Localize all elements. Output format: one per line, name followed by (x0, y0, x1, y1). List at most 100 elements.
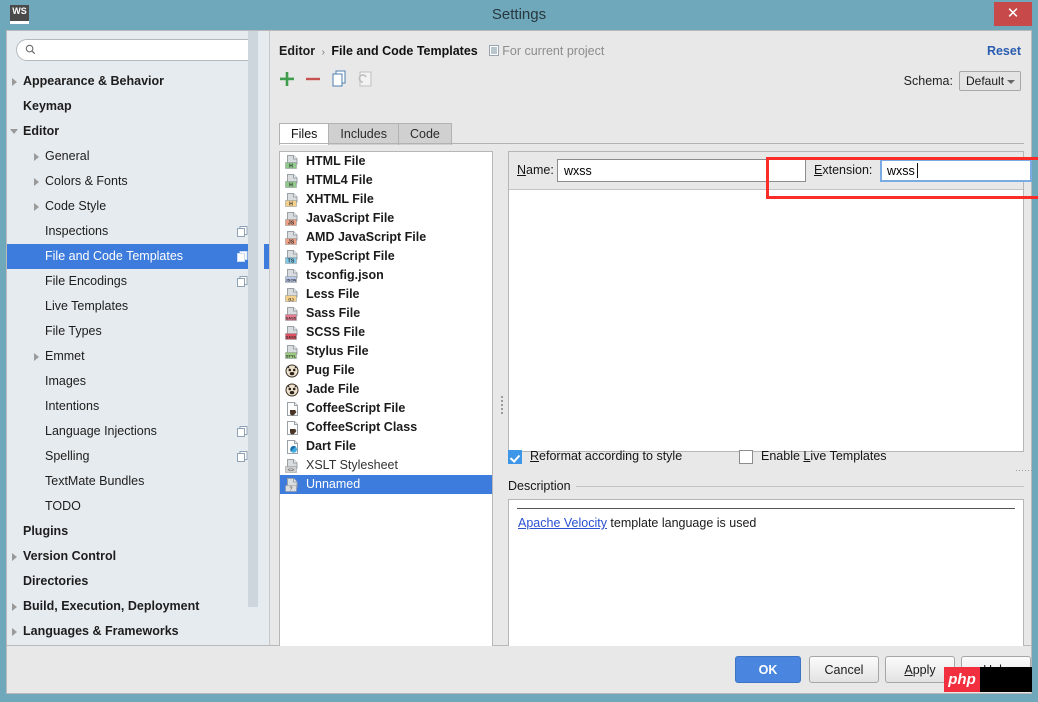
template-list-item[interactable]: SASSSass File (280, 304, 492, 323)
remove-template-button[interactable] (302, 67, 326, 91)
javascript-file-icon: JS (285, 212, 299, 226)
ok-button[interactable]: OK (735, 656, 801, 683)
cancel-button[interactable]: Cancel (809, 656, 879, 683)
search-field[interactable] (16, 39, 263, 61)
template-list-item[interactable]: CoffeeScript File (280, 399, 492, 418)
sidebar-item-spelling[interactable]: Spelling (7, 444, 270, 469)
sidebar-item-live-templates[interactable]: Live Templates (7, 294, 270, 319)
breadcrumb-current: File and Code Templates (331, 44, 477, 58)
chevron-right-icon[interactable] (7, 69, 23, 94)
template-list-item[interactable]: CoffeeScript Class (280, 418, 492, 437)
html-file-icon: H (285, 155, 299, 169)
chevron-right-icon[interactable] (29, 169, 45, 194)
sidebar-item-intentions[interactable]: Intentions (7, 394, 270, 419)
template-list-item[interactable]: JSJavaScript File (280, 209, 492, 228)
chevron-right-icon[interactable] (7, 544, 23, 569)
sidebar-item-todo[interactable]: TODO (7, 494, 270, 519)
template-list-item[interactable]: STYLStylus File (280, 342, 492, 361)
template-list-item[interactable]: HXHTML File (280, 190, 492, 209)
title-bar: WS Settings ✕ (0, 0, 1038, 30)
copy-settings-icon[interactable] (237, 276, 248, 287)
sidebar-item-general[interactable]: General (7, 144, 270, 169)
live-templates-checkbox[interactable] (739, 450, 753, 464)
template-list-item[interactable]: TSTypeScript File (280, 247, 492, 266)
template-name-input[interactable] (557, 159, 806, 182)
chevron-right-icon[interactable] (7, 619, 23, 644)
template-list-item[interactable]: Dart File (280, 437, 492, 456)
schema-dropdown[interactable]: Default (959, 71, 1021, 91)
apache-velocity-link[interactable]: Apache Velocity (518, 516, 607, 530)
schema-selector[interactable]: Schema: Default (904, 71, 1021, 91)
sidebar-item-version-control[interactable]: Version Control (7, 544, 270, 569)
sidebar-scrollbar-track[interactable] (254, 31, 264, 607)
template-list-item[interactable]: ?Unnamed (280, 475, 492, 494)
template-list-item[interactable]: Jade File (280, 380, 492, 399)
tab-files[interactable]: Files (279, 123, 329, 145)
xslt-file-icon: <> (285, 459, 299, 473)
sidebar-item-plugins[interactable]: Plugins (7, 519, 270, 544)
copy-settings-icon[interactable] (237, 226, 248, 237)
sidebar-item-language-injections[interactable]: Language Injections (7, 419, 270, 444)
sidebar-item-build-execution-deployment[interactable]: Build, Execution, Deployment (7, 594, 270, 619)
sidebar-item-inspections[interactable]: Inspections (7, 219, 270, 244)
search-input[interactable] (42, 42, 254, 60)
sidebar-item-directories[interactable]: Directories (7, 569, 270, 594)
plus-icon (276, 67, 300, 91)
sidebar-item-colors-fonts[interactable]: Colors & Fonts (7, 169, 270, 194)
chevron-right-icon[interactable] (29, 344, 45, 369)
template-list[interactable]: HHTML FileHHTML4 FileHXHTML FileJSJavaSc… (279, 151, 493, 659)
template-list-item[interactable]: HHTML File (280, 152, 492, 171)
template-list-item[interactable]: HHTML4 File (280, 171, 492, 190)
sidebar-scrollbar-thumb[interactable] (248, 31, 258, 607)
copy-settings-icon[interactable] (237, 251, 248, 262)
search-icon (25, 44, 36, 55)
sidebar-item-file-and-code-templates[interactable]: File and Code Templates (7, 244, 270, 269)
sidebar-item-keymap[interactable]: Keymap (7, 94, 270, 119)
template-list-item-label: TypeScript File (306, 249, 395, 263)
chevron-right-icon[interactable] (29, 144, 45, 169)
template-list-item[interactable]: Pug File (280, 361, 492, 380)
template-list-item[interactable]: SASSSCSS File (280, 323, 492, 342)
reset-template-button[interactable] (354, 67, 378, 91)
sidebar-item-code-style[interactable]: Code Style (7, 194, 270, 219)
chevron-right-icon[interactable] (7, 594, 23, 619)
template-list-item[interactable]: {L}Less File (280, 285, 492, 304)
sidebar-item-file-encodings[interactable]: File Encodings (7, 269, 270, 294)
sidebar-item-label: Language Injections (45, 419, 157, 444)
tab-underline (279, 143, 1024, 144)
sidebar-item-appearance-behavior[interactable]: Appearance & Behavior (7, 69, 270, 94)
chevron-right-icon[interactable] (29, 194, 45, 219)
panel-splitter[interactable] (498, 151, 508, 659)
reformat-checkbox[interactable] (508, 450, 522, 464)
sidebar-item-label: Code Style (45, 194, 106, 219)
sidebar-item-label: Colors & Fonts (45, 169, 128, 194)
chevron-down-icon[interactable] (7, 119, 23, 144)
copy-settings-icon[interactable] (237, 426, 248, 437)
sidebar-item-file-types[interactable]: File Types (7, 319, 270, 344)
copy-settings-icon[interactable] (237, 451, 248, 462)
template-tabs[interactable]: FilesIncludesCode (279, 123, 1024, 144)
resize-grip-icon[interactable] (1016, 469, 1034, 473)
template-list-item[interactable]: JSAMD JavaScript File (280, 228, 492, 247)
sidebar-item-emmet[interactable]: Emmet (7, 344, 270, 369)
live-templates-label[interactable]: Enable Live Templates (761, 449, 887, 463)
window-title: Settings (0, 0, 1038, 30)
template-list-item[interactable]: <>XSLT Stylesheet (280, 456, 492, 475)
add-template-button[interactable] (276, 67, 300, 91)
copy-template-button[interactable] (328, 67, 352, 91)
template-list-item-label: HTML4 File (306, 173, 373, 187)
sidebar-item-images[interactable]: Images (7, 369, 270, 394)
reformat-label[interactable]: Reformat according to style (530, 449, 682, 463)
sidebar-item-textmate-bundles[interactable]: TextMate Bundles (7, 469, 270, 494)
sidebar-item-editor[interactable]: Editor (7, 119, 270, 144)
template-extension-input[interactable] (880, 159, 1032, 182)
tab-includes[interactable]: Includes (328, 123, 399, 145)
reset-link[interactable]: Reset (987, 44, 1021, 58)
template-list-item[interactable]: JSONtsconfig.json (280, 266, 492, 285)
template-body-editor[interactable] (509, 190, 1023, 451)
breadcrumb-parent[interactable]: Editor (279, 44, 315, 58)
tab-code[interactable]: Code (398, 123, 452, 145)
settings-tree[interactable]: Appearance & BehaviorKeymapEditorGeneral… (7, 69, 270, 645)
close-icon[interactable]: ✕ (994, 2, 1032, 26)
sidebar-item-languages-frameworks[interactable]: Languages & Frameworks (7, 619, 270, 644)
